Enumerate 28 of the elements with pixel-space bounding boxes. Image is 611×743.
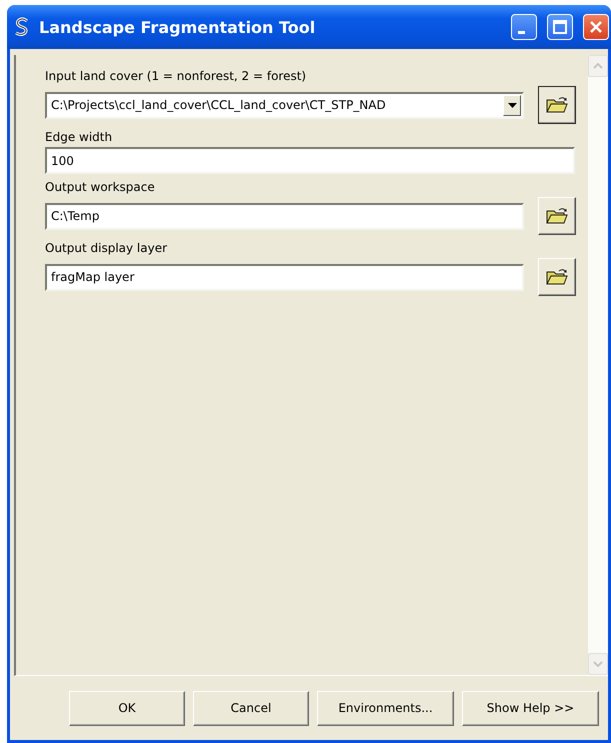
field-label: Input land cover (1 = nonforest, 2 = forest) [45, 69, 308, 83]
field-label: Output display layer [45, 241, 168, 255]
folder-icon [546, 207, 568, 225]
minimize-icon [518, 30, 525, 34]
window-title: Landscape Fragmentation Tool [39, 18, 316, 36]
field-label: Output workspace [45, 180, 156, 194]
input-field[interactable]: C:\Temp [45, 202, 524, 230]
maximize-icon [552, 19, 568, 35]
close-icon [588, 19, 604, 35]
caret-icon [508, 102, 516, 108]
dialog-button[interactable]: Environments... [317, 690, 454, 726]
dropdown-button[interactable] [503, 94, 521, 116]
input-field[interactable]: 100 [45, 147, 575, 174]
folder-icon [546, 96, 568, 114]
input-field[interactable]: fragMap layer [45, 264, 524, 290]
close-button[interactable] [583, 14, 609, 40]
dialog-button[interactable]: OK [69, 690, 185, 726]
dropdown-field[interactable]: C:\Projects\ccl_land_cover\CCL_land_cover\CT_STP_NAD [45, 92, 524, 118]
dialog-button[interactable]: Cancel [193, 690, 309, 726]
chevron-down-icon [592, 660, 604, 668]
app-icon [13, 17, 31, 37]
minimize-button[interactable] [511, 14, 537, 40]
maximize-button[interactable] [547, 14, 573, 40]
field-label: Edge width [45, 130, 114, 144]
browse-folder-button[interactable] [538, 86, 576, 124]
folder-icon [546, 268, 568, 286]
chevron-up-icon [592, 62, 604, 70]
dialog-button[interactable]: Show Help >> [462, 690, 599, 726]
